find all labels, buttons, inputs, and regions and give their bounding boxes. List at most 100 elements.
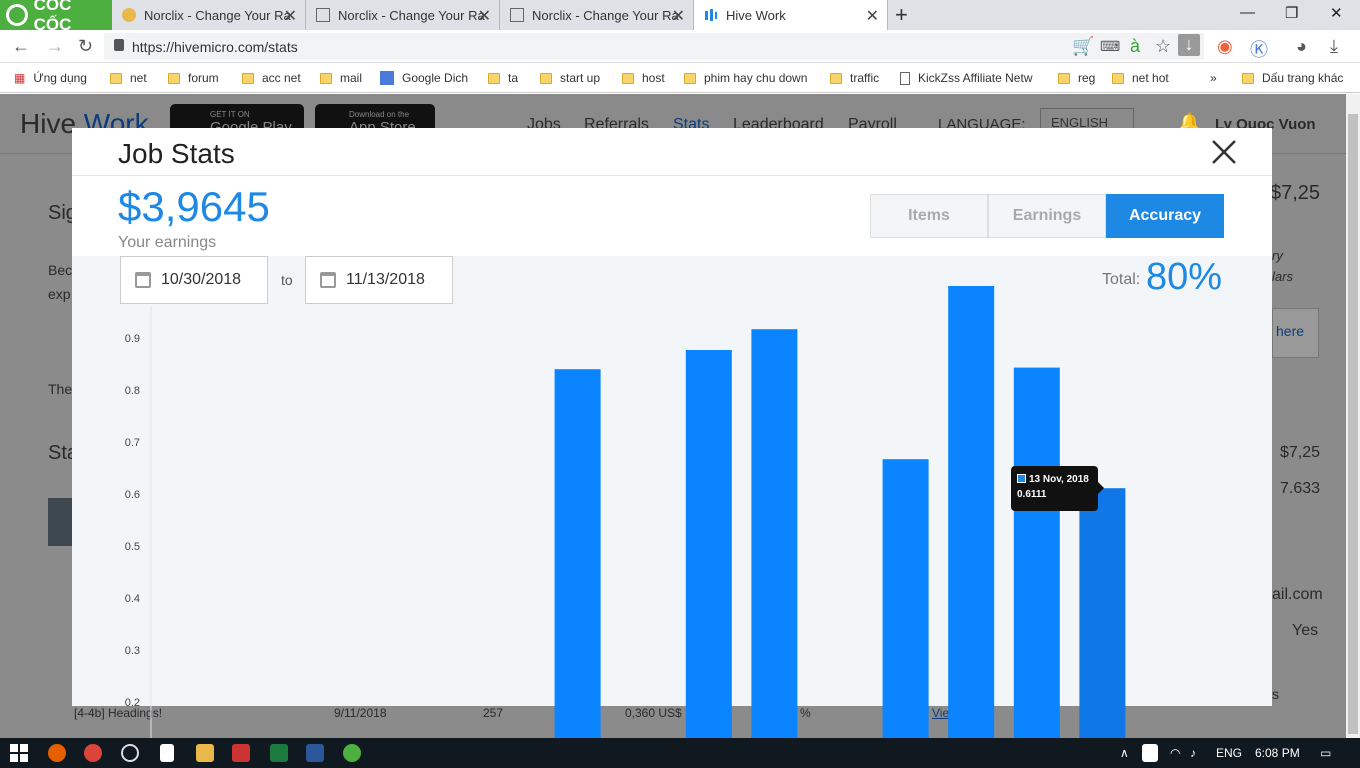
bookmark-folder[interactable]: net [110,71,147,85]
earnings-label: Your earnings [118,234,217,251]
windows-start-icon[interactable] [10,744,28,762]
app-icon[interactable] [121,744,139,762]
clock[interactable]: 6:08 PM [1255,746,1300,760]
accuracy-bar[interactable] [1013,367,1060,738]
hive-favicon-icon [704,8,718,22]
profile-icon[interactable]: ◕ [1296,36,1307,57]
download-icon[interactable]: ↓ [1178,34,1200,56]
restore-icon[interactable]: ❐ [1285,4,1298,22]
unikey-icon[interactable] [1142,744,1158,762]
url-field[interactable]: https://hivemicro.com/stats [104,33,1204,60]
bookmark-google-dich[interactable]: Google Dich [380,71,468,85]
notepad-icon[interactable] [160,744,174,762]
network-icon[interactable]: ◠ [1170,746,1180,760]
bookmark-folder[interactable]: phim hay chu down [684,71,807,85]
bookmark-folder[interactable]: acc net [242,71,301,85]
y-tick-label: 0.5 [125,541,140,553]
coccoc-logo[interactable]: CỐC CỐC [0,0,112,34]
acrobat-icon[interactable] [232,744,250,762]
folder-icon [320,72,332,84]
bookmark-kickzss[interactable]: KickZss Affiliate Netw [900,71,1034,85]
bg-amount: $7,25 [1270,182,1321,204]
back-icon[interactable]: ← [12,36,30,57]
tab-norclix-2[interactable]: Norclix - Change Your Ra ✕ [306,0,500,30]
accuracy-bar[interactable] [751,329,798,738]
bg-text: Bec [48,262,73,278]
chrome-icon[interactable] [84,744,102,762]
bookmark-apps[interactable]: ▦ Ứng dụng [14,71,87,85]
bookmark-folder[interactable]: host [622,71,665,85]
downloads-menu-icon[interactable]: ⤓ [1330,36,1338,57]
tab-items[interactable]: Items [870,194,988,238]
more-bookmarks-icon[interactable]: » [1210,71,1217,85]
folder-icon [488,72,500,84]
folder-icon [540,72,552,84]
new-tab-icon[interactable]: + [895,2,908,28]
accuracy-bar[interactable] [1079,488,1126,738]
bookmark-folder[interactable]: net hot [1112,71,1169,85]
chart-tooltip: 13 Nov, 2018 0.6111 [1011,466,1104,511]
tab-norclix-1[interactable]: Norclix - Change Your Ra ✕ [112,0,306,30]
close-window-icon[interactable]: ✕ [1330,4,1343,22]
tab-hive-work[interactable]: Hive Work ✕ [694,0,888,30]
tab-accuracy[interactable]: Accuracy [1106,194,1224,238]
tooltip-date: 13 Nov, 2018 [1029,474,1089,485]
tab-title: Norclix - Change Your Ra [338,7,485,23]
action-center-icon[interactable]: ▭ [1320,746,1331,760]
tray-chevron-icon[interactable]: ∧ [1120,746,1129,760]
tab-earnings[interactable]: Earnings [988,194,1106,238]
translate-icon[interactable]: ⌨ [1100,38,1120,55]
accuracy-bar[interactable] [685,350,732,738]
coccoc-taskbar-icon[interactable] [343,744,361,762]
file-explorer-icon[interactable] [196,744,214,762]
vietnamese-input-icon[interactable]: à [1130,36,1140,57]
folder-icon [830,72,842,84]
bg-dark-tab [48,498,72,546]
folder-icon [242,72,254,84]
folder-icon [110,72,122,84]
bookmark-folder[interactable]: traffic [830,71,879,85]
bookmark-other[interactable]: Dấu trang khác [1242,71,1343,85]
extension-icon[interactable]: ◉ [1217,36,1233,57]
cart-icon[interactable]: 🛒 [1072,36,1094,57]
close-tab-icon[interactable]: ✕ [866,6,879,26]
bg-text: s [1272,686,1279,702]
bg-text: ry [1272,248,1283,263]
page-scrollbar[interactable] [1346,94,1360,738]
minimize-icon[interactable]: — [1240,4,1255,21]
close-tab-icon[interactable]: ✕ [284,6,297,26]
folder-icon [1112,72,1124,84]
reload-icon[interactable]: ↻ [78,36,93,57]
excel-icon[interactable] [270,744,288,762]
accuracy-bar[interactable] [882,459,929,738]
bg-email: ail.com [1272,586,1323,603]
close-icon[interactable] [1208,136,1240,168]
bookmark-folder[interactable]: reg [1058,71,1095,85]
word-icon[interactable] [306,744,324,762]
page-favicon-icon [510,8,524,22]
input-language[interactable]: ENG [1216,746,1242,760]
close-tab-icon[interactable]: ✕ [672,6,685,26]
accuracy-bar[interactable] [554,369,601,738]
volume-icon[interactable]: ♪ [1190,746,1196,760]
y-tick-label: 0.2 [125,697,140,709]
bg-text: The [48,381,73,397]
scroll-thumb[interactable] [1348,114,1358,734]
bookmark-folder[interactable]: forum [168,71,219,85]
bookmark-folder[interactable]: start up [540,71,600,85]
tab-norclix-3[interactable]: Norclix - Change Your Ra ✕ [500,0,694,30]
k-extension-icon[interactable]: Ⓚ [1250,36,1268,62]
bookmark-folder[interactable]: ta [488,71,518,85]
firefox-icon[interactable] [48,744,66,762]
close-tab-icon[interactable]: ✕ [478,6,491,26]
bg-text: lars [1272,269,1293,284]
windows-taskbar: ∧ ◠ ♪ ENG 6:08 PM ▭ [0,738,1360,768]
bookmark-star-icon[interactable]: ☆ [1155,36,1171,57]
folder-icon [684,72,696,84]
modal-title: Job Stats [118,138,235,169]
forward-icon[interactable]: → [46,36,64,57]
accuracy-bar[interactable] [948,286,995,738]
bookmark-folder[interactable]: mail [320,71,362,85]
address-bar: ← → ↻ https://hivemicro.com/stats 🛒 ⌨ à … [0,30,1360,63]
y-tick-label: 0.8 [125,385,140,397]
